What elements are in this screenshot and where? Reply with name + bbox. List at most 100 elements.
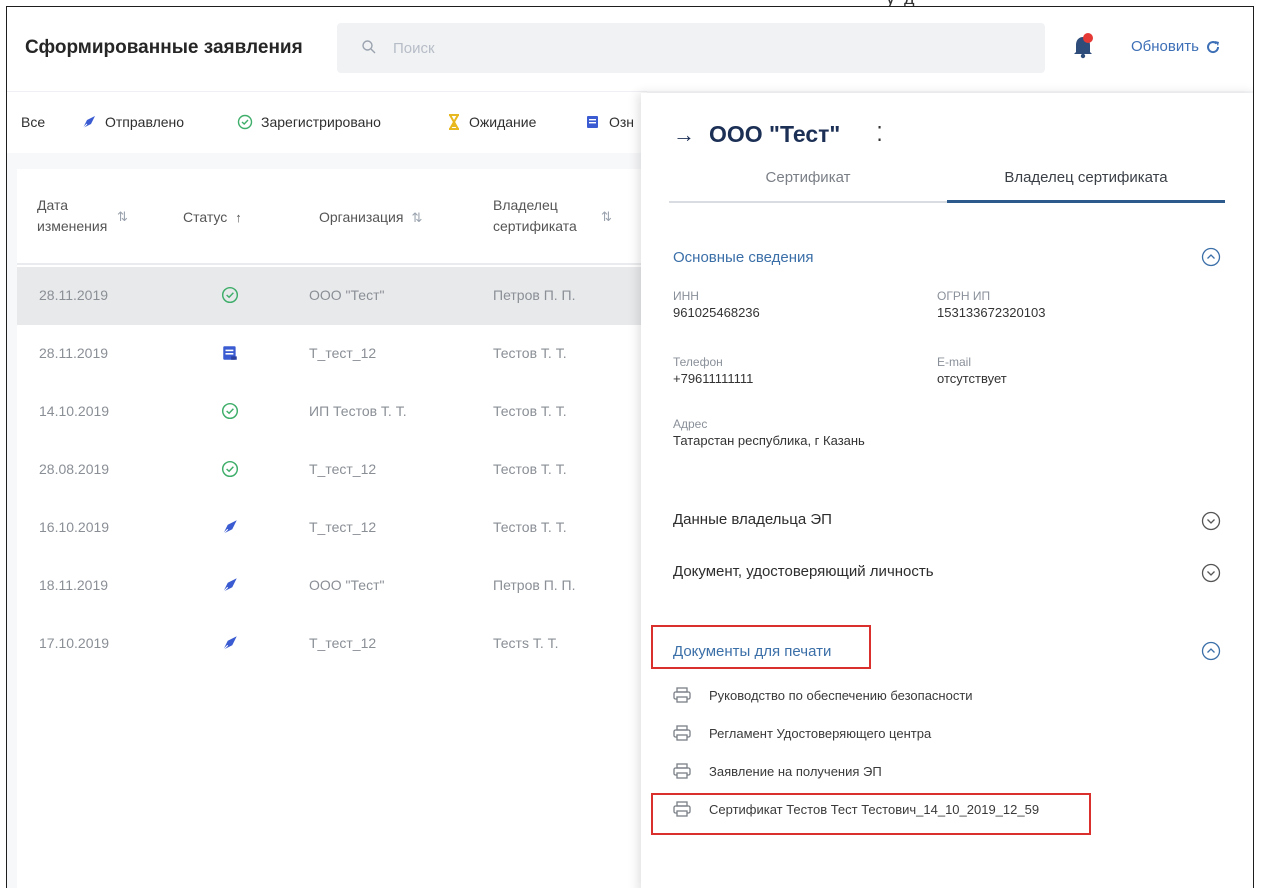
cell-status — [221, 518, 239, 536]
ogrn-label: ОГРН ИП — [937, 289, 991, 303]
column-owner[interactable]: Владелец сертификата ⇅ — [493, 195, 633, 237]
search-icon — [362, 40, 376, 54]
cell-owner: Тестов Т. Т. — [493, 345, 567, 361]
table-row[interactable]: 28.08.2019 Т_тест_12 Тестов Т. Т. — [17, 441, 647, 499]
table-row[interactable]: 14.10.2019 ИП Тестов Т. Т. Тестов Т. Т. — [17, 383, 647, 441]
printer-icon — [673, 687, 691, 703]
sort-asc-icon: ↑ — [235, 210, 242, 225]
chevron-up-icon[interactable] — [1201, 641, 1221, 661]
print-document-item[interactable]: Сертификат Тестов Тест Тестович_14_10_20… — [673, 801, 1039, 817]
details-panel: → ООО "Тест" ⁚ Сертификат Владелец серти… — [641, 93, 1253, 888]
refresh-button[interactable]: Обновить — [1131, 38, 1221, 55]
paper-plane-icon — [222, 578, 237, 593]
cell-date: 28.08.2019 — [39, 461, 110, 477]
cell-date: 28.11.2019 — [39, 287, 109, 303]
cell-status — [221, 634, 239, 652]
cell-date: 14.10.2019 — [39, 403, 110, 419]
cell-owner: Тестов Т. Т. — [493, 403, 567, 419]
cell-organization: Т_тест_12 — [309, 635, 377, 651]
column-label: Владелец сертификата — [493, 197, 577, 234]
cell-organization: ООО "Тест" — [309, 577, 385, 593]
cell-owner: Тестs Т. Т. — [493, 635, 559, 651]
print-document-item[interactable]: Регламент Удостоверяющего центра — [673, 725, 931, 741]
address-value: Татарстан республика, г Казань — [673, 433, 865, 448]
active-tab-indicator — [947, 200, 1225, 203]
cell-status — [221, 576, 239, 594]
check-circle-icon — [221, 402, 239, 420]
inn-label: ИНН — [673, 289, 699, 303]
table-row[interactable]: 17.10.2019 Т_тест_12 Тестs Т. Т. — [17, 615, 647, 673]
table-row[interactable]: 28.11.2019 Т_тест_12 Тестов Т. Т. — [17, 325, 647, 383]
cell-organization: Т_тест_12 — [309, 519, 377, 535]
panel-title-text: ООО "Тест" — [709, 121, 841, 147]
chevron-down-icon[interactable] — [1201, 563, 1221, 583]
cell-organization: ИП Тестов Т. Т. — [309, 403, 407, 419]
arrow-right-icon[interactable]: → — [673, 122, 695, 148]
document-icon — [223, 346, 237, 360]
filter-registered[interactable]: Зарегистрировано — [237, 114, 381, 130]
filter-label: Зарегистрировано — [261, 114, 381, 130]
panel-title: → ООО "Тест" ⁚ — [673, 121, 883, 148]
sort-icon: ⇅ — [411, 210, 423, 225]
column-organization[interactable]: Организация ⇅ — [319, 207, 422, 228]
cell-owner: Петров П. П. — [493, 287, 576, 303]
chevron-up-icon[interactable] — [1201, 247, 1221, 267]
email-value: отсутствует — [937, 371, 1007, 386]
printer-icon — [673, 725, 691, 741]
filter-label: Ожидание — [469, 114, 537, 130]
cell-owner: Тестов Т. Т. — [493, 519, 567, 535]
more-icon[interactable]: ⁚ — [876, 122, 882, 147]
phone-label: Телефон — [673, 355, 723, 369]
ogrn-value: 153133672320103 — [937, 305, 1046, 320]
refresh-label: Обновить — [1131, 38, 1199, 55]
print-document-item[interactable]: Руководство по обеспечению безопасности — [673, 687, 973, 703]
column-status[interactable]: Статус ↑ — [183, 207, 242, 228]
print-document-label: Заявление на получения ЭП — [709, 763, 882, 779]
cell-owner: Тестов Т. Т. — [493, 461, 567, 477]
table-row[interactable]: 28.11.2019 ООО "Тест" Петров П. П. — [17, 267, 647, 325]
filter-waiting[interactable]: Ожидание — [447, 114, 536, 130]
column-label: Дата изменения — [37, 197, 108, 234]
cell-date: 18.11.2019 — [39, 577, 109, 593]
tab-certificate-owner[interactable]: Владелец сертификата — [947, 169, 1225, 186]
refresh-icon — [1206, 40, 1219, 53]
search-box[interactable] — [337, 23, 1045, 73]
check-circle-icon — [221, 460, 239, 478]
filter-sent[interactable]: Отправлено — [81, 114, 184, 130]
cell-date: 17.10.2019 — [39, 635, 110, 651]
filter-familiarized[interactable]: Озн — [585, 114, 634, 130]
printer-icon — [673, 801, 691, 817]
cell-organization: ООО "Тест" — [309, 287, 385, 303]
section-print-documents-header[interactable]: Документы для печати — [673, 643, 831, 660]
paper-plane-icon — [222, 636, 237, 651]
notification-bell-icon[interactable] — [1071, 33, 1095, 59]
cell-owner: Петров П. П. — [493, 577, 576, 593]
phone-value: +79611111111 — [673, 371, 754, 386]
search-input[interactable] — [393, 36, 993, 60]
column-label: Статус — [183, 209, 228, 225]
email-label: E-mail — [937, 355, 972, 369]
cell-status — [221, 344, 239, 362]
printer-icon — [673, 763, 691, 779]
applications-table: Дата изменения ⇅ Статус ↑ Организация ⇅ … — [17, 169, 647, 888]
status-filter-bar: Все Отправлено Зарегистрировано Ожидание — [7, 91, 647, 153]
cell-status — [221, 286, 239, 304]
filter-label: Отправлено — [105, 114, 185, 130]
chevron-down-icon[interactable] — [1201, 511, 1221, 531]
hourglass-icon — [449, 114, 459, 130]
table-row[interactable]: 18.11.2019 ООО "Тест" Петров П. П. — [17, 557, 647, 615]
print-document-item[interactable]: Заявление на получения ЭП — [673, 763, 882, 779]
tab-certificate[interactable]: Сертификат — [669, 169, 947, 186]
section-owner-data-header[interactable]: Данные владельца ЭП — [673, 511, 832, 528]
filter-label: Озн — [609, 114, 635, 130]
cell-date: 16.10.2019 — [39, 519, 110, 535]
table-row[interactable]: 16.10.2019 Т_тест_12 Тестов Т. Т. — [17, 499, 647, 557]
section-main-info-header[interactable]: Основные сведения — [673, 249, 814, 266]
filter-label: Все — [21, 114, 46, 130]
column-date[interactable]: Дата изменения ⇅ — [37, 195, 157, 237]
header: Сформированные заявления Обновить — [7, 7, 1253, 91]
section-id-document-header[interactable]: Документ, удостоверяющий личность — [673, 563, 934, 580]
filter-all[interactable]: Все — [21, 114, 45, 130]
column-label: Организация — [319, 209, 404, 225]
document-icon — [587, 116, 598, 128]
